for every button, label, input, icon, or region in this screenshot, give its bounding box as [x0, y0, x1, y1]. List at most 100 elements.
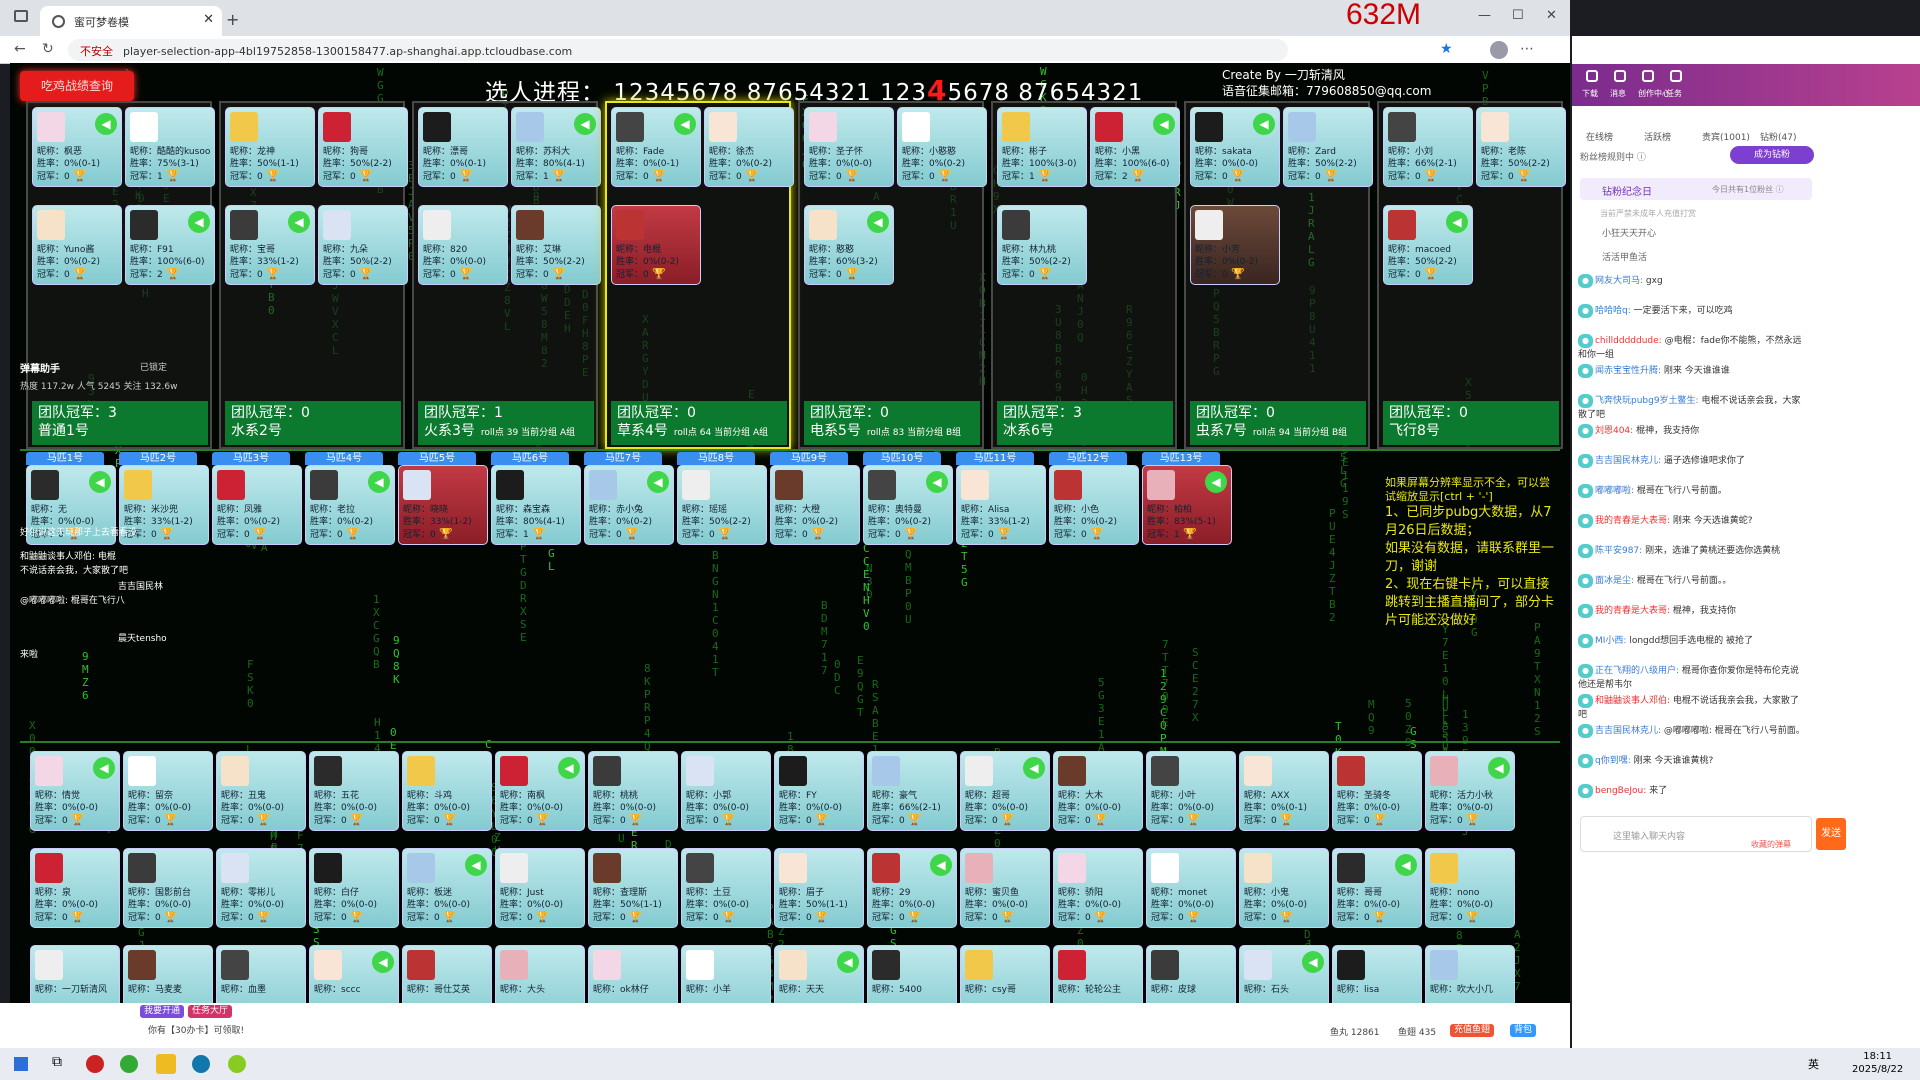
pool-card[interactable]: ◀ 昵称：超哥 胜率：0%(0-0) 冠军：0 🏆 [960, 751, 1050, 831]
rank-item[interactable]: 活活甲鱼活 [1602, 250, 1647, 263]
player-card[interactable]: 昵称：大橙 胜率：0%(0-2) 冠军：0 🏆 [770, 465, 860, 545]
speaker-icon[interactable]: ◀ [930, 854, 952, 876]
pool-card[interactable]: 昵称：nono 胜率：0%(0-0) 冠军：0 🏆 [1425, 848, 1515, 928]
horse-tab[interactable]: 马匹3号 [212, 452, 290, 465]
pool-card[interactable]: 昵称：丑鬼 胜率：0%(0-0) 冠军：0 🏆 [216, 751, 306, 831]
pool-card[interactable]: 昵称：零彬儿 胜率：0%(0-0) 冠军：0 🏆 [216, 848, 306, 928]
pool-card[interactable]: 昵称：csy哥 [960, 945, 1050, 1003]
pool-card[interactable]: 昵称：查理斯 胜率：50%(1-1) 冠军：0 🏆 [588, 848, 678, 928]
pool-card[interactable]: 昵称：土豆 胜率：0%(0-0) 冠军：0 🏆 [681, 848, 771, 928]
new-tab-icon[interactable]: + [226, 10, 239, 29]
horse-tab[interactable]: 马匹9号 [770, 452, 848, 465]
pool-card[interactable]: 昵称：FY 胜率：0%(0-0) 冠军：0 🏆 [774, 751, 864, 831]
pool-card[interactable]: 昵称：白仔 胜率：0%(0-0) 冠军：0 🏆 [309, 848, 399, 928]
horse-tab[interactable]: 马匹12号 [1049, 452, 1127, 465]
chat-username[interactable]: 闻赤宝宝性升腾: [1595, 366, 1661, 376]
pool-card[interactable]: 昵称：蜜贝鱼 胜率：0%(0-0) 冠军：0 🏆 [960, 848, 1050, 928]
pool-card[interactable]: 昵称：留奈 胜率：0%(0-0) 冠军：0 🏆 [123, 751, 213, 831]
speaker-icon[interactable]: ◀ [1446, 211, 1468, 233]
chat-username[interactable]: 吉吉国民林克儿: [1595, 456, 1661, 466]
edge-icon[interactable] [192, 1055, 210, 1073]
speaker-icon[interactable]: ◀ [1302, 951, 1324, 973]
horse-tab[interactable]: 马匹11号 [956, 452, 1034, 465]
send-button[interactable]: 发送 [1816, 818, 1846, 850]
pool-card[interactable]: 昵称：国影前台 胜率：0%(0-0) 冠军：0 🏆 [123, 848, 213, 928]
chat-username[interactable]: 吉吉国民林克儿: [1595, 726, 1661, 736]
player-card[interactable]: ◀ 昵称：Fade 胜率：0%(0-1) 冠军：0 🏆 [611, 107, 701, 187]
pool-card[interactable]: 昵称：豪气 胜率：66%(2-1) 冠军：0 🏆 [867, 751, 957, 831]
pool-card[interactable]: ◀ 昵称：石头 [1239, 945, 1329, 1003]
player-card[interactable]: ◀ 昵称：柏柏 胜率：83%(5-1) 冠军：1 🏆 [1142, 465, 1232, 545]
pool-card[interactable]: ◀ 昵称：南枫 胜率：0%(0-0) 冠军：0 🏆 [495, 751, 585, 831]
pool-card[interactable]: ◀ 昵称：哥哥 胜率：0%(0-0) 冠军：0 🏆 [1332, 848, 1422, 928]
pool-card[interactable]: 昵称：哥仕艾英 [402, 945, 492, 1003]
speaker-icon[interactable]: ◀ [95, 113, 117, 135]
chat-username[interactable]: 我的青春是大表哥: [1595, 606, 1670, 616]
player-card[interactable]: ◀ 昵称：老拉 胜率：0%(0-2) 冠军：0 🏆 [305, 465, 395, 545]
chat-username[interactable]: q你到嘿: [1595, 756, 1631, 766]
pool-card[interactable]: 昵称：吹大小几 [1425, 945, 1515, 1003]
pool-card[interactable]: 昵称：5400 [867, 945, 957, 1003]
speaker-icon[interactable]: ◀ [867, 211, 889, 233]
reload-icon[interactable]: ↻ [42, 41, 54, 57]
player-card[interactable]: ◀ 昵称：macoed 胜率：50%(2-2) 冠军：0 🏆 [1383, 205, 1473, 285]
player-card[interactable]: ◀ 昵称：sakata 胜率：0%(0-0) 冠军：0 🏆 [1190, 107, 1280, 187]
pool-card[interactable]: ◀ 昵称：sccc [309, 945, 399, 1003]
speaker-icon[interactable]: ◀ [647, 471, 669, 493]
speaker-icon[interactable]: ◀ [926, 471, 948, 493]
pool-card[interactable]: 昵称：泉 胜率：0%(0-0) 冠军：0 🏆 [30, 848, 120, 928]
bookmark-star-icon[interactable]: ★ [1440, 41, 1453, 57]
close-window-icon[interactable]: ✕ [1546, 8, 1557, 23]
pool-card[interactable]: 昵称：轮轮公主 [1053, 945, 1143, 1003]
chat-username[interactable]: 飞奔快玩pubg9岁土鳖生: [1595, 396, 1699, 406]
pool-card[interactable]: 昵称：桃桃 胜率：0%(0-0) 冠军：0 🏆 [588, 751, 678, 831]
pool-card[interactable]: ◀ 昵称：天天 [774, 945, 864, 1003]
chat-username[interactable]: bengBeJou: [1595, 786, 1646, 796]
pool-card[interactable]: 昵称：血墨 [216, 945, 306, 1003]
rank-item[interactable]: 小狂天天开心 [1602, 226, 1656, 239]
sidebar-tab[interactable]: 活跃榜 [1644, 130, 1671, 143]
player-card[interactable]: ◀ 昵称：枫恶 胜率：0%(0-1) 冠军：0 🏆 [32, 107, 122, 187]
menu-dots-icon[interactable]: ⋯ [1520, 41, 1534, 57]
player-card[interactable]: 昵称：小芳 胜率：0%(0-2) 冠军：0 🏆 [1190, 205, 1280, 285]
speaker-icon[interactable]: ◀ [93, 757, 115, 779]
player-card[interactable]: ◀ 昵称：苏科大 胜率：80%(4-1) 冠军：1 🏆 [511, 107, 601, 187]
chat-input[interactable]: 这里输入聊天内容 收藏的弹幕 [1580, 816, 1812, 852]
app-icon[interactable] [86, 1055, 104, 1073]
player-card[interactable]: 昵称：小刘 胜率：66%(2-1) 冠军：0 🏆 [1383, 107, 1473, 187]
player-card[interactable]: 昵称：瑶瑶 胜率：50%(2-2) 冠军：0 🏆 [677, 465, 767, 545]
taskview-icon[interactable]: ⧉ [52, 1054, 62, 1070]
close-tab-icon[interactable]: ✕ [203, 12, 214, 27]
speaker-icon[interactable]: ◀ [837, 951, 859, 973]
chat-username[interactable]: 网友大司马: [1595, 276, 1643, 286]
player-card[interactable]: 昵称：漂哥 胜率：0%(0-1) 冠军：0 🏆 [418, 107, 508, 187]
speaker-icon[interactable]: ◀ [288, 211, 310, 233]
horse-tab[interactable]: 马匹4号 [305, 452, 383, 465]
player-card[interactable]: ◀ 昵称：憨憨 胜率：60%(3-2) 冠军：0 🏆 [804, 205, 894, 285]
sidebar-tab[interactable]: 贵宾(1001) [1702, 130, 1750, 143]
speaker-icon[interactable]: ◀ [188, 211, 210, 233]
player-card[interactable]: ◀ 昵称：小黑 胜率：100%(6-0) 冠军：2 🏆 [1090, 107, 1180, 187]
ime-indicator[interactable]: 英 [1808, 1056, 1819, 1072]
sidebar-nav-item[interactable]: 下载 [1582, 88, 1598, 99]
player-card[interactable]: 昵称：森宝森 胜率：80%(4-1) 冠军：1 🏆 [491, 465, 581, 545]
chat-username[interactable]: 陈平安987: [1595, 546, 1642, 556]
pool-card[interactable]: 昵称：小鬼 胜率：0%(0-0) 冠军：0 🏆 [1239, 848, 1329, 928]
player-card[interactable]: ◀ 昵称：宝哥 胜率：33%(1-2) 冠军：0 🏆 [225, 205, 315, 285]
pool-card[interactable]: 昵称：Just 胜率：0%(0-0) 冠军：0 🏆 [495, 848, 585, 928]
player-card[interactable]: 昵称：Alisa 胜率：33%(1-2) 冠军：0 🏆 [956, 465, 1046, 545]
speaker-icon[interactable]: ◀ [1023, 757, 1045, 779]
player-card[interactable]: ◀ 昵称：奥特曼 胜率：0%(0-2) 冠军：0 🏆 [863, 465, 953, 545]
horse-tab[interactable]: 马匹2号 [119, 452, 197, 465]
chat-username[interactable]: MI小西: [1595, 636, 1626, 646]
pool-card[interactable]: 昵称：五花 胜率：0%(0-0) 冠军：0 🏆 [309, 751, 399, 831]
chat-username[interactable]: 面冰是尘: [1595, 576, 1634, 586]
pool-card[interactable]: 昵称：大木 胜率：0%(0-0) 冠军：0 🏆 [1053, 751, 1143, 831]
speaker-icon[interactable]: ◀ [89, 471, 111, 493]
speaker-icon[interactable]: ◀ [1395, 854, 1417, 876]
pool-card[interactable]: ◀ 昵称：情觉 胜率：0%(0-0) 冠军：0 🏆 [30, 751, 120, 831]
back-icon[interactable]: ← [14, 41, 26, 57]
profile-avatar[interactable] [1490, 41, 1508, 59]
player-card[interactable]: ◀ 昵称：F91 胜率：100%(6-0) 冠军：2 🏆 [125, 205, 215, 285]
browser-tab-active[interactable]: 蜜可梦卷模 ✕ [40, 6, 222, 36]
